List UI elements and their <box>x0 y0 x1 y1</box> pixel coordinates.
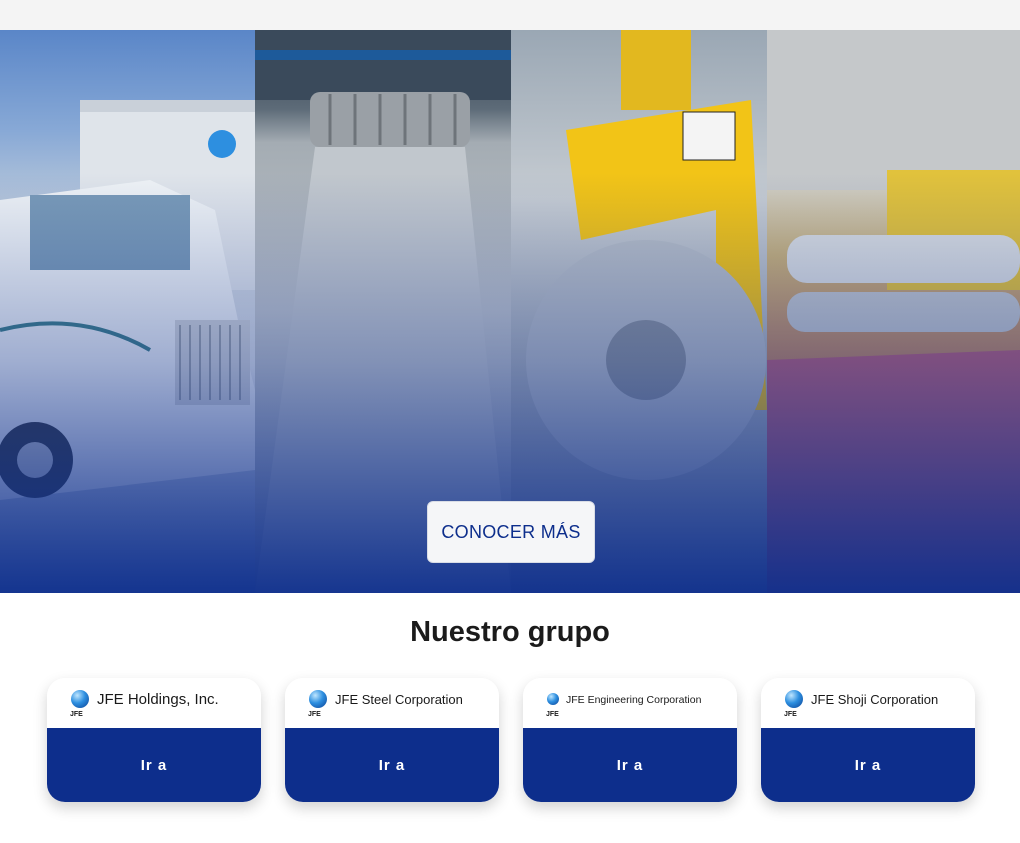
logo-mark: JFE <box>784 711 797 718</box>
logo-mark: JFE <box>546 711 559 718</box>
company-name: JFE Engineering Corporation <box>566 694 702 706</box>
card-logo: JFE JFE Holdings, Inc. <box>47 678 261 728</box>
group-card-jfe-shoji: JFE JFE Shoji Corporation Ir a <box>761 678 975 802</box>
card-logo: JFE JFE Steel Corporation <box>285 678 499 728</box>
logo-mark: JFE <box>70 711 83 718</box>
company-name: JFE Holdings, Inc. <box>97 691 219 708</box>
jfe-logo-icon <box>309 690 327 708</box>
group-card-jfe-holdings: JFE JFE Holdings, Inc. Ir a <box>47 678 261 802</box>
jfe-logo-icon <box>71 690 89 708</box>
card-logo: JFE JFE Shoji Corporation <box>761 678 975 728</box>
ir-a-button[interactable]: Ir a <box>47 728 261 802</box>
company-name: JFE Shoji Corporation <box>811 692 939 707</box>
ir-a-button[interactable]: Ir a <box>285 728 499 802</box>
ir-a-button[interactable]: Ir a <box>523 728 737 802</box>
ir-a-button[interactable]: Ir a <box>761 728 975 802</box>
top-bar <box>0 0 1020 30</box>
conocer-mas-button[interactable]: CONOCER MÁS <box>427 501 595 563</box>
hero-banner: CONOCER MÁS <box>0 30 1020 593</box>
card-logo: JFE JFE Engineering Corporation <box>523 678 737 728</box>
jfe-logo-icon <box>547 693 559 705</box>
logo-mark: JFE <box>308 711 321 718</box>
group-card-jfe-steel: JFE JFE Steel Corporation Ir a <box>285 678 499 802</box>
group-card-jfe-engineering: JFE JFE Engineering Corporation Ir a <box>523 678 737 802</box>
jfe-logo-icon <box>785 690 803 708</box>
company-name: JFE Steel Corporation <box>335 692 463 707</box>
section-title: Nuestro grupo <box>410 616 610 648</box>
